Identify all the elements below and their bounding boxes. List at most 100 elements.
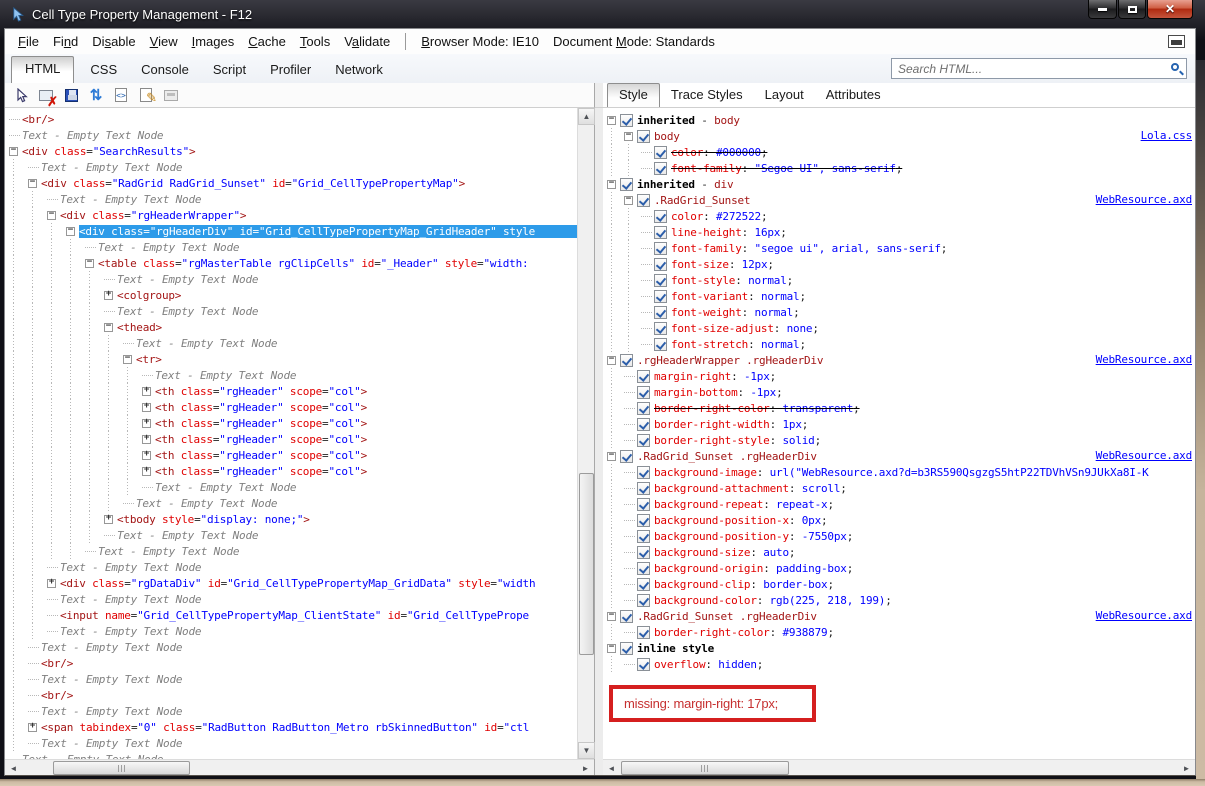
horizontal-scroll-thumb[interactable] xyxy=(621,761,789,775)
collapse-icon[interactable]: − xyxy=(607,451,616,461)
tree-row[interactable]: Text - Empty Text Node xyxy=(5,543,577,559)
collapse-icon[interactable]: − xyxy=(104,322,113,332)
property-checkbox[interactable] xyxy=(637,593,650,607)
dom-tree-horizontal-scrollbar[interactable]: ◄ ► xyxy=(5,759,594,775)
collapse-icon[interactable]: − xyxy=(624,131,633,141)
search-box[interactable] xyxy=(891,58,1187,79)
collapse-icon[interactable]: − xyxy=(607,643,616,653)
tree-row[interactable]: <br/> xyxy=(5,655,577,671)
scroll-right-icon[interactable]: ► xyxy=(1178,760,1195,776)
property-checkbox[interactable] xyxy=(620,609,633,623)
scroll-down-icon[interactable]: ▼ xyxy=(578,742,595,759)
title-bar[interactable]: Cell Type Property Management - F12 ✕ xyxy=(0,0,1205,28)
stylesheet-link[interactable]: WebResource.axd xyxy=(1089,193,1192,206)
tab-console[interactable]: Console xyxy=(129,57,201,83)
tree-row[interactable]: + <th class="rgHeader" scope="col"> xyxy=(5,463,577,479)
style-row[interactable]: border-right-color: transparent; xyxy=(603,400,1195,416)
property-checkbox[interactable] xyxy=(637,369,650,383)
expand-icon[interactable]: + xyxy=(142,418,151,428)
style-row[interactable]: font-family: "segoe ui", arial, sans-ser… xyxy=(603,240,1195,256)
menu-item-file[interactable]: File xyxy=(11,31,46,52)
property-checkbox[interactable] xyxy=(620,641,633,655)
tree-row[interactable]: Text - Empty Text Node xyxy=(5,703,577,719)
property-checkbox[interactable] xyxy=(637,481,650,495)
style-row[interactable]: border-right-style: solid; xyxy=(603,432,1195,448)
property-checkbox[interactable] xyxy=(637,433,650,447)
menu-item-images[interactable]: Images xyxy=(185,31,242,52)
stylesheet-link[interactable]: WebResource.axd xyxy=(1089,609,1192,622)
style-row[interactable]: background-origin: padding-box; xyxy=(603,560,1195,576)
style-row[interactable]: background-position-x: 0px; xyxy=(603,512,1195,528)
save-icon[interactable] xyxy=(61,86,81,104)
scroll-right-icon[interactable]: ► xyxy=(577,760,594,776)
tree-row[interactable]: + <div class="rgDataDiv" id="Grid_CellTyp… xyxy=(5,575,577,591)
style-row[interactable]: − inline style xyxy=(603,640,1195,656)
tab-trace-styles[interactable]: Trace Styles xyxy=(660,84,754,107)
property-checkbox[interactable] xyxy=(620,353,633,367)
tree-row[interactable]: Text - Empty Text Node xyxy=(5,303,577,319)
expand-icon[interactable]: + xyxy=(142,402,151,412)
expand-icon[interactable]: + xyxy=(142,386,151,396)
tree-row[interactable]: Text - Empty Text Node xyxy=(5,639,577,655)
property-checkbox[interactable] xyxy=(654,161,667,175)
panel-splitter-top[interactable] xyxy=(594,83,603,108)
tree-row[interactable]: − <div class="rgHeaderWrapper"> xyxy=(5,207,577,223)
tree-row[interactable]: Text - Empty Text Node xyxy=(5,271,577,287)
property-checkbox[interactable] xyxy=(637,385,650,399)
expand-icon[interactable]: + xyxy=(142,434,151,444)
expand-icon[interactable]: + xyxy=(142,466,151,476)
refresh-icon[interactable]: ⇅ xyxy=(86,86,106,104)
property-checkbox[interactable] xyxy=(620,449,633,463)
tree-row[interactable]: Text - Empty Text Node xyxy=(5,671,577,687)
tree-row[interactable]: Text - Empty Text Node xyxy=(5,479,577,495)
tree-row[interactable]: Text - Empty Text Node xyxy=(5,527,577,543)
tree-row[interactable]: Text - Empty Text Node xyxy=(5,751,577,759)
property-checkbox[interactable] xyxy=(637,657,650,671)
style-row[interactable]: font-size-adjust: none; xyxy=(603,320,1195,336)
close-button[interactable]: ✕ xyxy=(1147,0,1193,19)
style-row[interactable]: − .RadGrid_Sunset .rgHeaderDiv WebResource… xyxy=(603,608,1195,624)
pin-window-icon[interactable] xyxy=(1168,35,1185,48)
property-checkbox[interactable] xyxy=(654,273,667,287)
disable-element-icon[interactable]: ✗ xyxy=(36,86,58,108)
collapse-icon[interactable]: − xyxy=(123,354,132,364)
tree-row[interactable]: − <div class="SearchResults"> xyxy=(5,143,577,159)
collapse-icon[interactable]: − xyxy=(624,195,633,205)
style-row[interactable]: − .RadGrid_Sunset .rgHeaderDiv WebResource… xyxy=(603,448,1195,464)
collapse-icon[interactable]: − xyxy=(28,178,37,188)
tree-row[interactable]: − <tr> xyxy=(5,351,577,367)
collapse-icon[interactable]: − xyxy=(607,355,616,365)
collapse-icon[interactable]: − xyxy=(85,258,94,268)
dock-icon[interactable] xyxy=(161,86,181,104)
property-checkbox[interactable] xyxy=(637,625,650,639)
property-checkbox[interactable] xyxy=(637,417,650,431)
style-row[interactable]: − .rgHeaderWrapper .rgHeaderDiv WebResourc… xyxy=(603,352,1195,368)
tree-row[interactable]: Text - Empty Text Node xyxy=(5,239,577,255)
style-row[interactable]: background-repeat: repeat-x; xyxy=(603,496,1195,512)
tab-css[interactable]: CSS xyxy=(78,57,129,83)
property-checkbox[interactable] xyxy=(654,321,667,335)
tree-row[interactable]: Text - Empty Text Node xyxy=(5,191,577,207)
property-checkbox[interactable] xyxy=(654,305,667,319)
style-row[interactable]: border-right-width: 1px; xyxy=(603,416,1195,432)
style-row[interactable]: background-size: auto; xyxy=(603,544,1195,560)
collapse-icon[interactable]: − xyxy=(607,115,616,125)
style-row[interactable]: background-color: rgb(225, 218, 199); xyxy=(603,592,1195,608)
property-checkbox[interactable] xyxy=(654,241,667,255)
scroll-left-icon[interactable]: ◄ xyxy=(603,760,620,776)
style-row[interactable]: font-family: "Segoe UI", sans-serif; xyxy=(603,160,1195,176)
tree-row[interactable]: + <span tabindex="0" class="RadButton Rad… xyxy=(5,719,577,735)
style-row[interactable]: margin-right: -1px; xyxy=(603,368,1195,384)
tree-row[interactable]: Text - Empty Text Node xyxy=(5,335,577,351)
panel-splitter[interactable] xyxy=(594,108,603,759)
tree-row[interactable]: + <tbody style="display: none;"> xyxy=(5,511,577,527)
style-row[interactable]: font-size: 12px; xyxy=(603,256,1195,272)
style-row[interactable]: color: #272522; xyxy=(603,208,1195,224)
tree-row[interactable]: Text - Empty Text Node xyxy=(5,559,577,575)
tree-row[interactable]: − <table class="rgMasterTable rgClipCells… xyxy=(5,255,577,271)
property-checkbox[interactable] xyxy=(637,577,650,591)
property-checkbox[interactable] xyxy=(620,113,633,127)
property-checkbox[interactable] xyxy=(637,513,650,527)
expand-icon[interactable]: + xyxy=(28,722,37,732)
property-checkbox[interactable] xyxy=(637,465,650,479)
